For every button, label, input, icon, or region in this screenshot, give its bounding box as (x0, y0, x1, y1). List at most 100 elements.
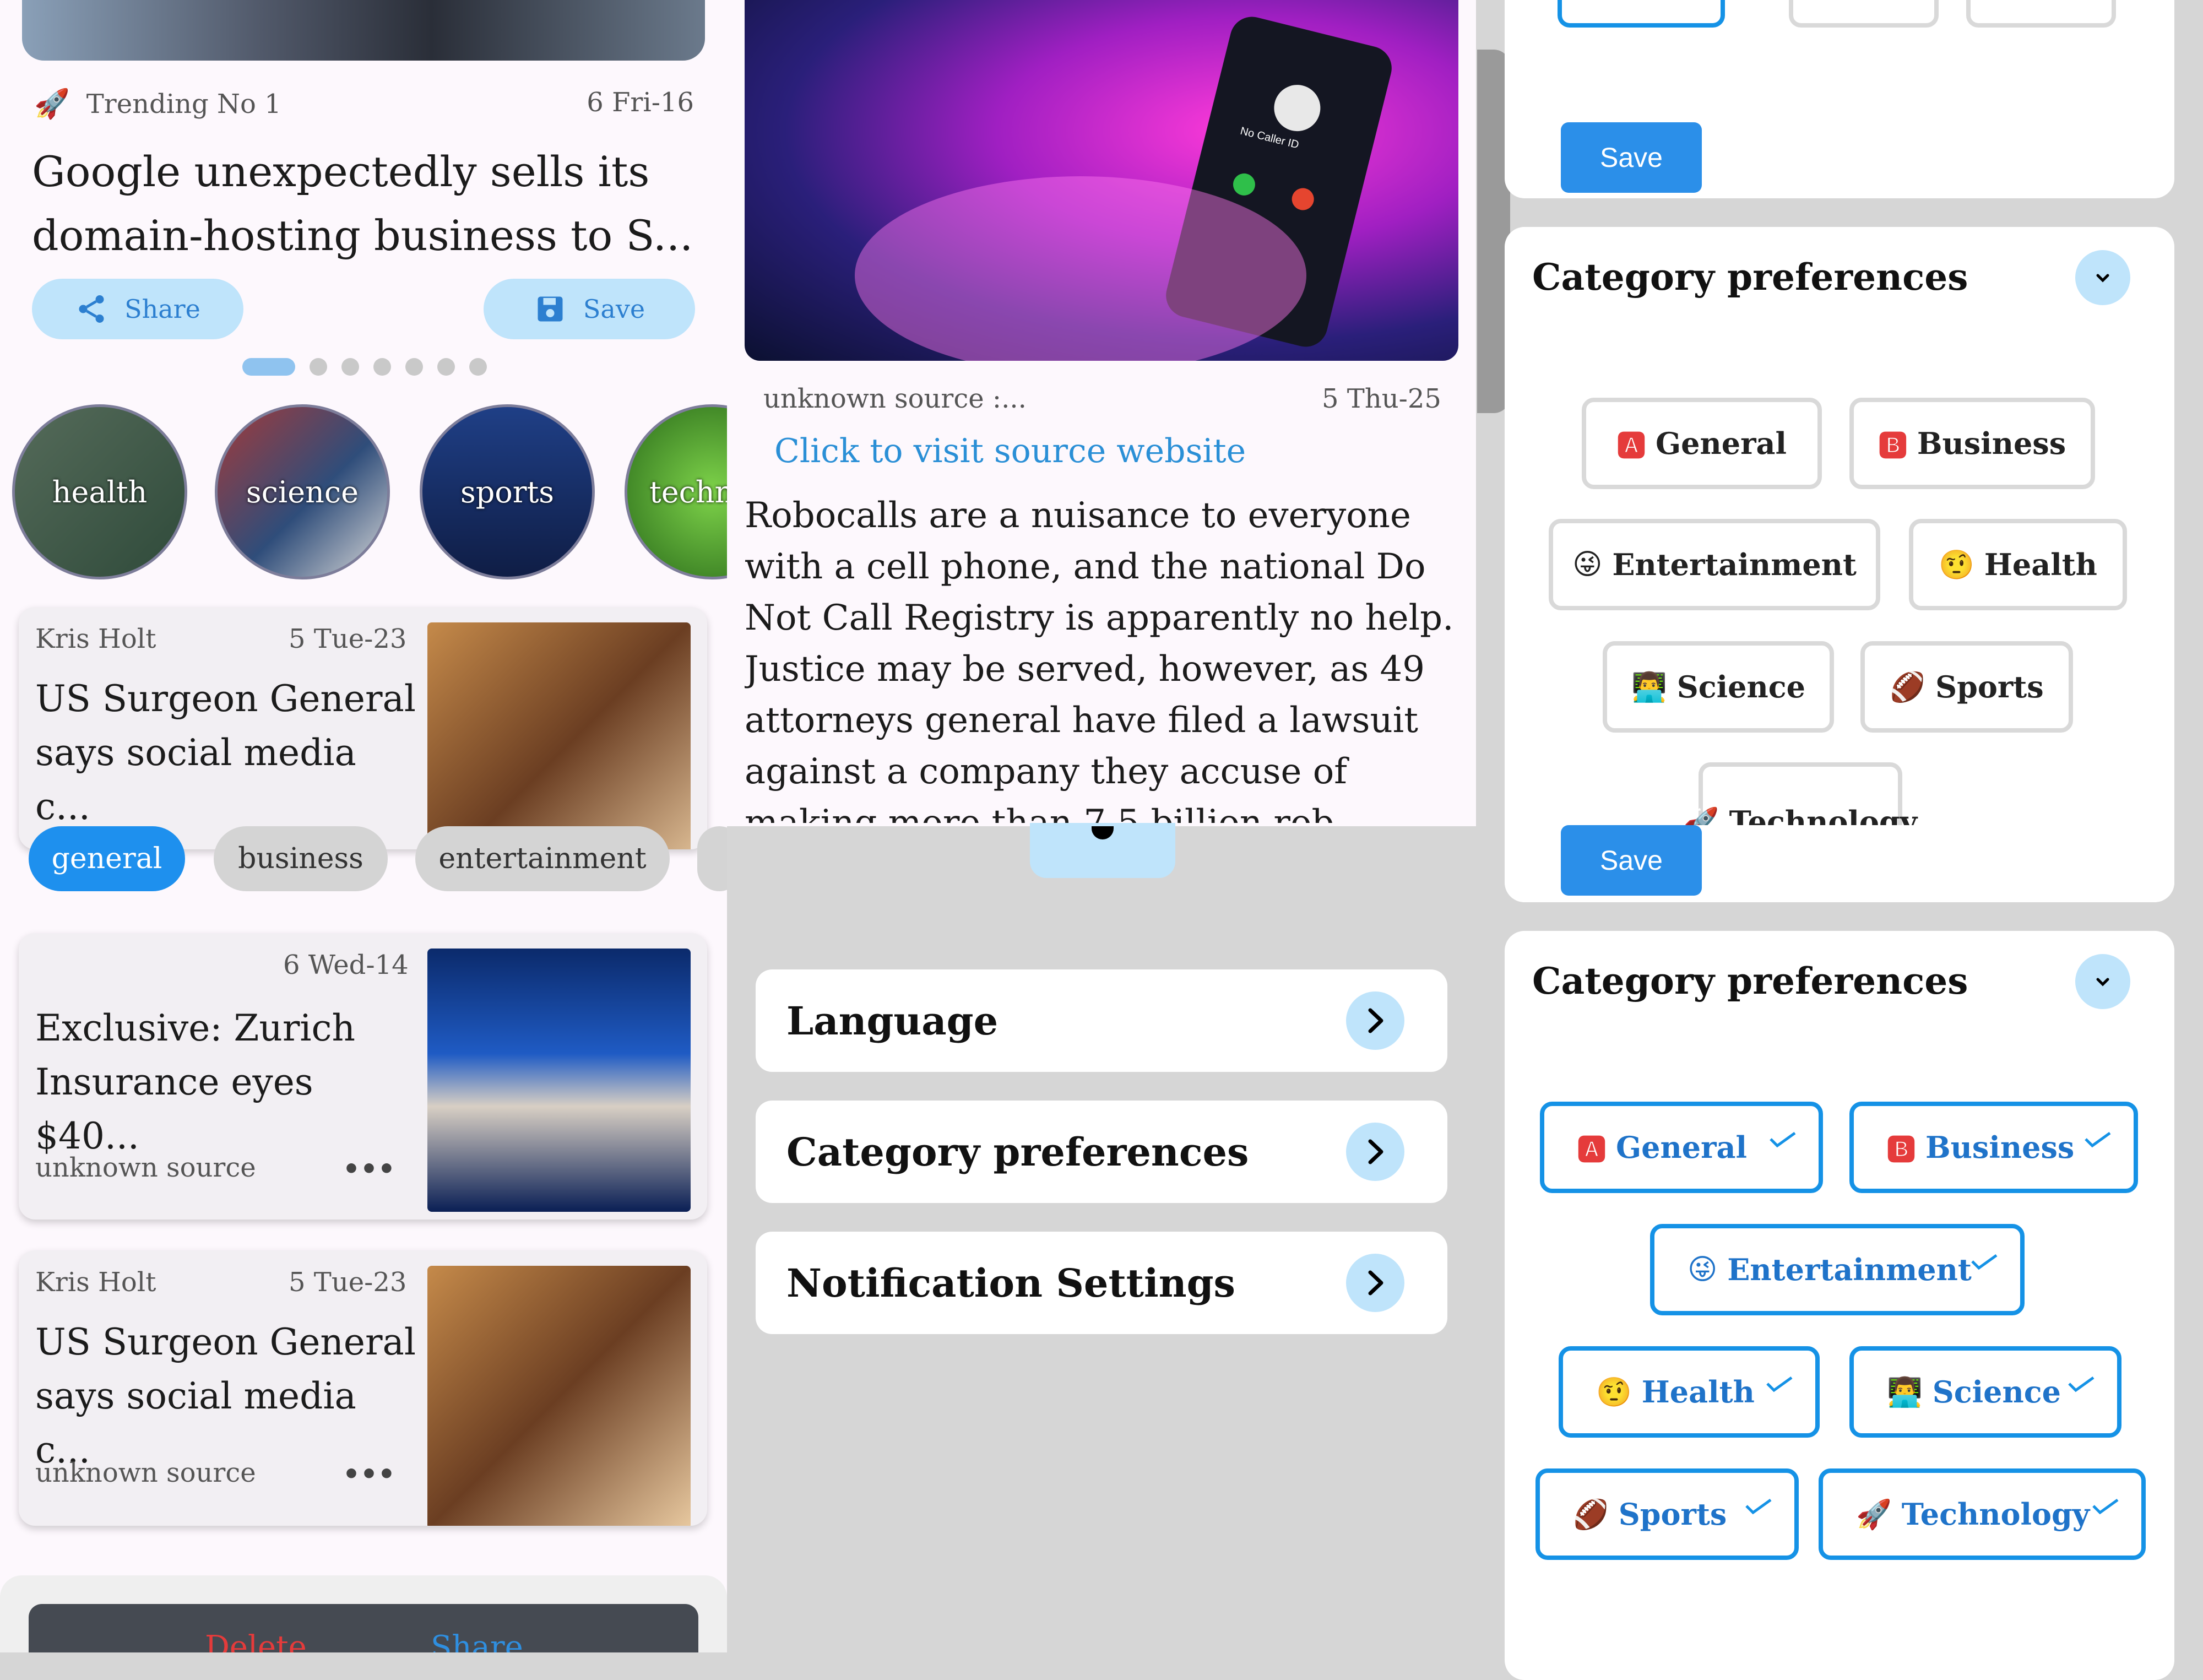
chevron-down-icon[interactable] (2075, 954, 2130, 1009)
chevron-down-icon[interactable] (2075, 250, 2130, 305)
news-feed-screen: 🚀 Trending No 1 6 Fri-16 Google unexpect… (0, 0, 727, 1652)
category-emoji: 🅰 (1577, 1134, 1607, 1167)
checkmark-icon (1971, 1254, 1998, 1270)
checkmark-icon (2092, 1498, 2119, 1515)
story-sports[interactable]: sports (420, 404, 595, 579)
decline-call-icon (1289, 186, 1316, 213)
answer-call-icon (1230, 171, 1258, 198)
story-label: science (246, 474, 359, 510)
category-business[interactable]: 🅱 Business (1849, 398, 2095, 489)
category-health[interactable]: 🤨 Health (1559, 1346, 1820, 1438)
category-label: Business (1917, 426, 2066, 461)
news-card[interactable]: Kris Holt 5 Tue-23 US Surgeon General sa… (19, 607, 707, 849)
save-article-button[interactable]: Save (484, 279, 695, 339)
category-sports[interactable]: 🏈 Sports (1535, 1468, 1799, 1560)
category-emoji: 🏈 (1573, 1498, 1609, 1531)
category-label: Science (1932, 1374, 2061, 1410)
settings-item-label: Notification Settings (786, 1260, 1235, 1306)
trending-tag: Trending No 1 (86, 88, 281, 120)
card-thumbnail (427, 949, 691, 1212)
settings-language[interactable]: Language (756, 969, 1447, 1072)
category-entertainment[interactable]: 😜 Entertainment (1549, 519, 1880, 610)
settings-notification-settings[interactable]: Notification Settings (756, 1232, 1447, 1334)
category-science[interactable]: 👨‍💻 Science (1603, 641, 1834, 733)
share-button[interactable]: Share (32, 279, 243, 339)
category-entertainment[interactable]: 😜 Entertainment (1650, 1224, 2025, 1315)
story-label: sports (460, 474, 554, 510)
preferences-panel-partial: Save (1505, 0, 2174, 198)
category-technology[interactable]: 🚀 Technology (1819, 1468, 2146, 1560)
story-technology[interactable]: techn (625, 404, 727, 579)
category-chip-partial[interactable] (1966, 0, 2116, 28)
chevron-right-icon (1346, 1254, 1404, 1312)
category-science[interactable]: 👨‍💻 Science (1849, 1346, 2121, 1438)
category-emoji: 🅰 (1616, 430, 1646, 463)
drag-handle[interactable] (1030, 823, 1175, 878)
category-label: Health (1984, 547, 2097, 582)
save-button[interactable]: Save (1561, 825, 1702, 896)
settings-category-preferences[interactable]: Category preferences (756, 1101, 1447, 1203)
chevron-right-icon (1346, 1123, 1404, 1181)
more-options-icon[interactable]: ••• (343, 1457, 395, 1490)
card-author: Kris Holt (35, 1267, 156, 1298)
story-science[interactable]: science (215, 404, 390, 579)
category-health[interactable]: 🤨 Health (1909, 519, 2127, 610)
category-business[interactable]: 🅱 Business (1849, 1102, 2138, 1193)
card-title: US Surgeon General says social media c..… (35, 1321, 416, 1471)
card-author: Kris Holt (35, 624, 156, 654)
card-date: 6 Wed-14 (283, 950, 409, 980)
top-story-image[interactable] (22, 0, 705, 61)
card-thumbnail (427, 622, 691, 849)
chip-entertainment[interactable]: entertainment (415, 826, 670, 891)
category-general[interactable]: 🅰 General (1540, 1102, 1823, 1193)
checkmark-icon (1745, 1498, 1772, 1515)
category-emoji: 👨‍💻 (1887, 1375, 1923, 1409)
action-bar: Delete Share (29, 1604, 698, 1652)
category-emoji: 🤨 (1596, 1375, 1632, 1409)
preferences-panel: Category preferences 🅰 General 🅱 Busines… (1505, 227, 2174, 902)
category-emoji: 🏈 (1890, 670, 1926, 704)
category-emoji: 😜 (1687, 1253, 1718, 1286)
card-source: unknown source (35, 1457, 256, 1488)
chip-business[interactable]: business (214, 826, 388, 891)
save-label: Save (583, 294, 645, 324)
category-label: General (1655, 426, 1787, 461)
news-card[interactable]: Kris Holt 5 Tue-23 US Surgeon General sa… (19, 1250, 707, 1526)
category-emoji: 🅱 (1887, 1134, 1916, 1167)
category-sports[interactable]: 🏈 Sports (1860, 641, 2073, 733)
carousel-pagination[interactable] (242, 358, 501, 378)
panel-title: Category preferences (1532, 256, 1968, 299)
avatar-icon (1269, 80, 1326, 137)
card-date: 5 Tue-23 (289, 624, 407, 654)
rocket-icon: 🚀 (34, 88, 70, 121)
chevron-down-icon (1092, 826, 1114, 839)
source-website-link[interactable]: Click to visit source website (774, 432, 1246, 470)
save-button[interactable]: Save (1561, 122, 1702, 193)
chip-general[interactable]: general (29, 826, 185, 891)
chip-more[interactable] (697, 826, 727, 891)
category-chip-partial[interactable] (1558, 0, 1725, 28)
story-label: techn (649, 474, 727, 510)
news-card[interactable]: 6 Wed-14 Exclusive: Zurich Insurance eye… (19, 933, 707, 1220)
checkmark-icon (1770, 1131, 1796, 1148)
category-label: Health (1641, 1374, 1755, 1410)
article-body: Robocalls are a nuisance to everyone wit… (745, 495, 1454, 823)
share-label: Share (124, 294, 200, 324)
category-emoji: 🅱 (1878, 430, 1907, 463)
category-chip-partial[interactable] (1789, 0, 1939, 28)
share-sheet-button[interactable]: Share (431, 1629, 523, 1652)
more-options-icon[interactable]: ••• (343, 1152, 395, 1185)
top-story-date: 6 Fri-16 (587, 87, 694, 118)
story-health[interactable]: health (12, 404, 187, 579)
category-emoji: 🤨 (1939, 548, 1974, 582)
top-story-headline[interactable]: Google unexpectedly sells its domain-hos… (32, 140, 704, 268)
delete-button[interactable]: Delete (205, 1629, 307, 1652)
share-icon (79, 295, 104, 323)
checkmark-icon (2085, 1131, 2111, 1148)
settings-item-label: Language (786, 998, 999, 1044)
card-title: Exclusive: Zurich Insurance eyes $40... (35, 1007, 356, 1157)
floppy-disk-icon (538, 296, 563, 322)
category-label: Sports (1618, 1497, 1727, 1532)
card-source: unknown source (35, 1152, 256, 1183)
category-general[interactable]: 🅰 General (1582, 398, 1822, 489)
